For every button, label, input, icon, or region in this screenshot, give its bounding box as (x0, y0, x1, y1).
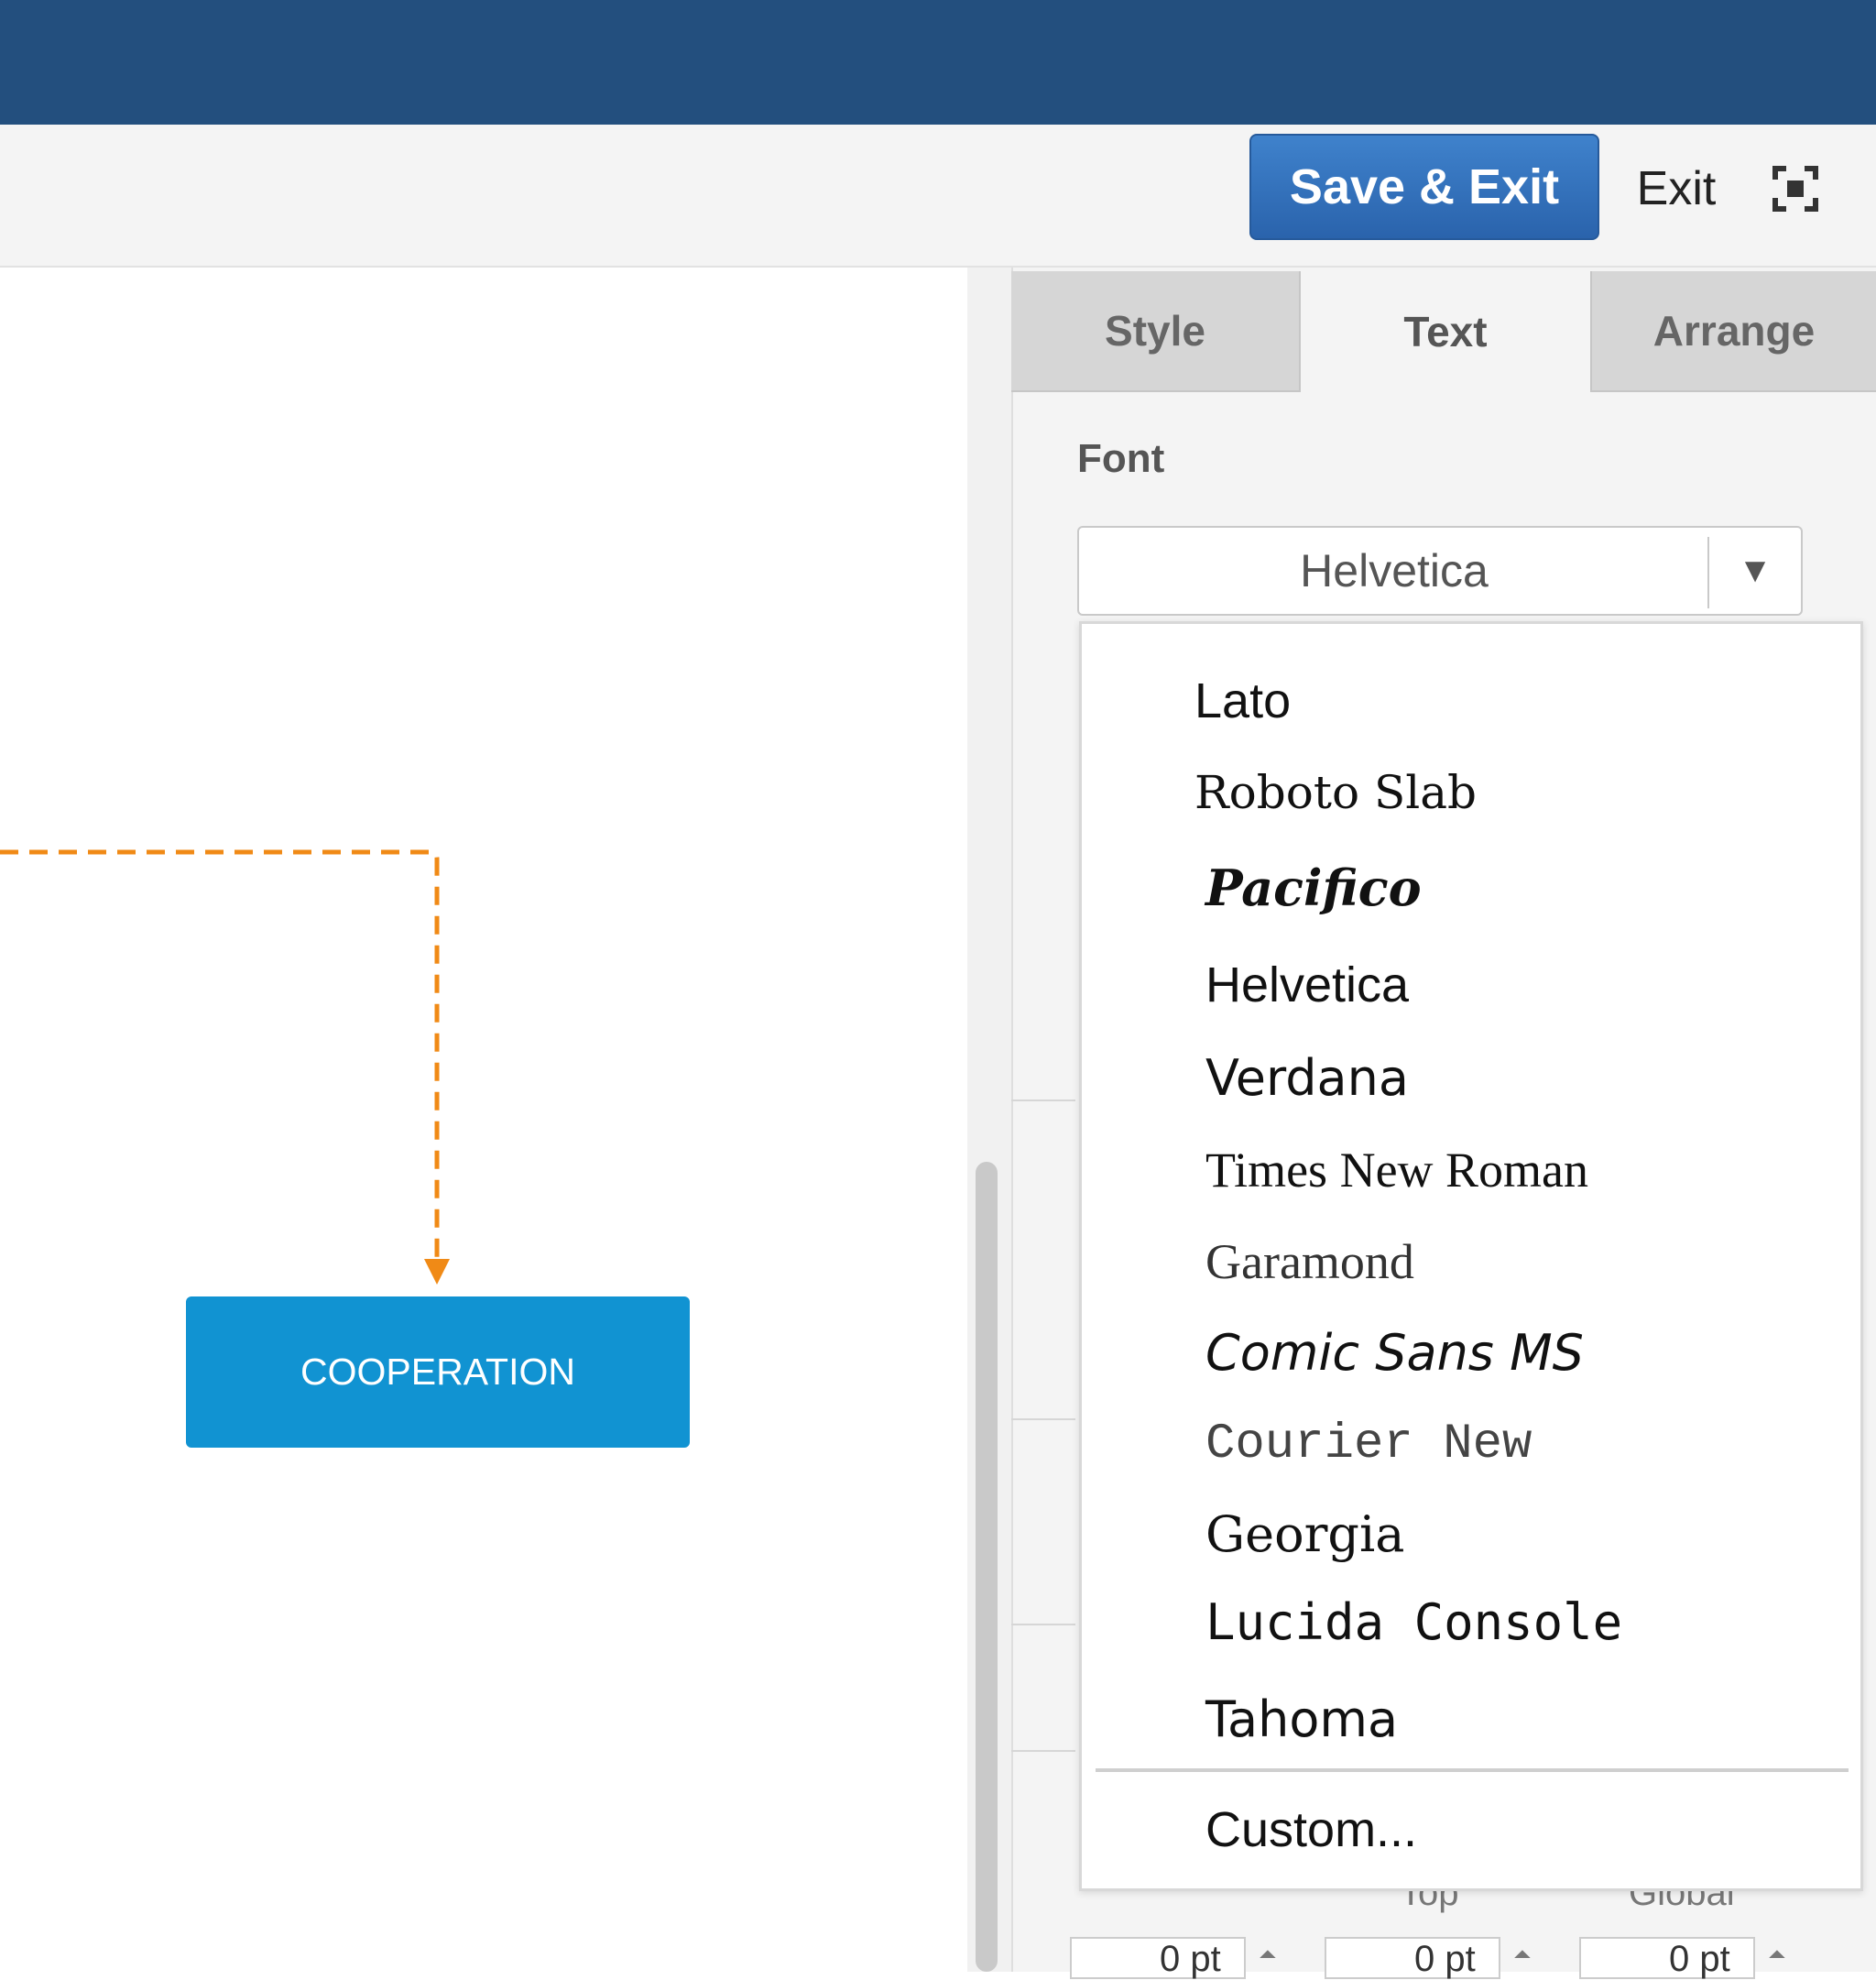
font-option-roboto-slab[interactable]: Roboto Slab (1194, 770, 1477, 815)
stepper-up-icon[interactable]: ⏶ (1504, 1941, 1541, 1970)
panel-divider (1011, 1750, 1075, 1752)
panel-divider (1011, 1418, 1075, 1420)
stepper-up-icon[interactable]: ⏶ (1249, 1941, 1286, 1970)
font-option-lato[interactable]: Lato (1194, 676, 1291, 726)
spacing-field[interactable]: 0 pt (1070, 1937, 1246, 1979)
tab-text[interactable]: Text (1301, 271, 1590, 392)
font-option-times-new-roman[interactable]: Times New Roman (1205, 1145, 1588, 1195)
dropdown-separator (1096, 1768, 1849, 1772)
app-header (0, 0, 1876, 125)
font-option-lucida-console[interactable]: Lucida Console (1205, 1598, 1622, 1647)
font-section-label: Font (1077, 436, 1165, 481)
font-option-pacifico[interactable]: Pacifico (1205, 863, 1422, 913)
panel-divider (1011, 1099, 1075, 1101)
spacing-field[interactable]: 0 pt (1325, 1937, 1500, 1979)
exit-button[interactable]: Exit (1631, 156, 1722, 222)
font-option-georgia[interactable]: Georgia (1205, 1510, 1404, 1559)
fullscreen-icon[interactable] (1772, 165, 1819, 213)
font-option-tahoma[interactable]: Tahoma (1205, 1695, 1398, 1745)
stepper-up-icon[interactable]: ⏶ (1759, 1941, 1795, 1970)
font-option-comic-sans[interactable]: Comic Sans MS (1205, 1329, 1584, 1378)
tab-arrange[interactable]: Arrange (1590, 271, 1876, 392)
connector-line[interactable] (0, 825, 458, 1292)
chevron-down-icon[interactable]: ▼ (1709, 526, 1801, 616)
font-option-garamond[interactable]: Garamond (1205, 1237, 1414, 1286)
font-option-custom[interactable]: Custom... (1205, 1805, 1417, 1854)
spacing-field[interactable]: 0 pt (1579, 1937, 1755, 1979)
font-option-courier-new[interactable]: Courier New (1205, 1420, 1532, 1470)
tab-style[interactable]: Style (1011, 271, 1301, 392)
font-select-value[interactable]: Helvetica (1077, 526, 1711, 616)
save-exit-button[interactable]: Save & Exit (1249, 134, 1599, 240)
scrollbar-thumb[interactable] (976, 1162, 998, 1972)
cooperation-shape[interactable]: COOPERATION (186, 1296, 690, 1448)
font-option-helvetica[interactable]: Helvetica (1205, 960, 1409, 1010)
font-option-verdana[interactable]: Verdana (1205, 1054, 1409, 1103)
panel-divider (1011, 1624, 1075, 1625)
